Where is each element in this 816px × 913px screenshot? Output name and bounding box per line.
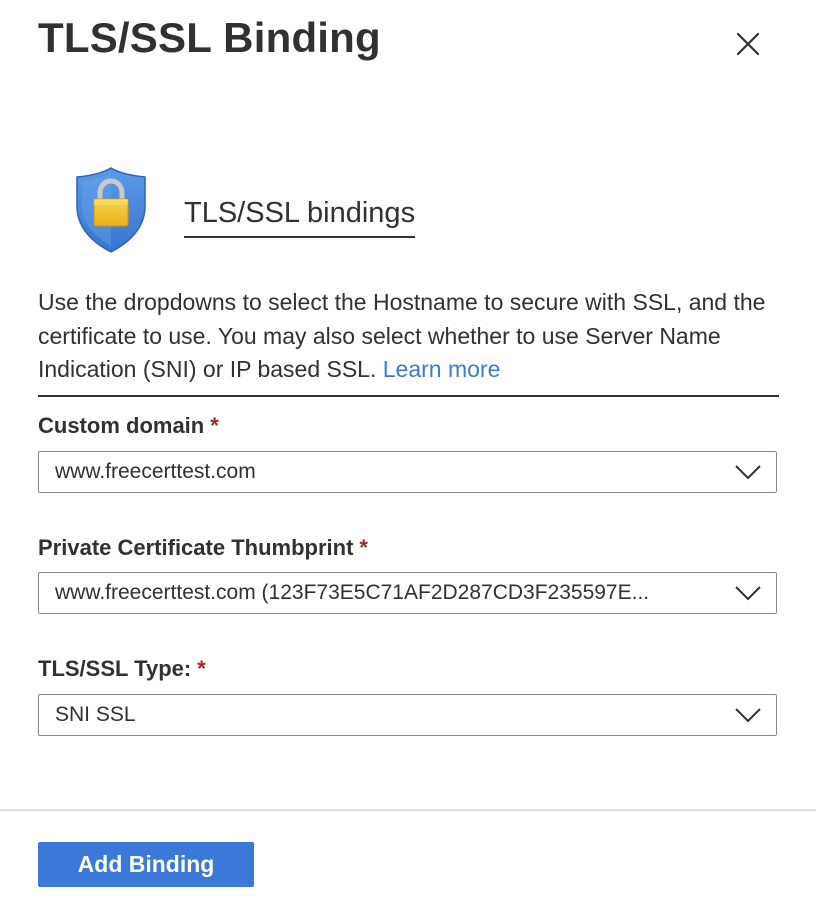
section-title: TLS/SSL bindings [184,197,416,238]
chevron-down-icon [735,465,761,480]
custom-domain-label: Custom domain * [38,413,219,439]
required-marker: * [359,535,368,560]
ssl-type-label-text: TLS/SSL Type: [38,656,192,681]
chevron-down-icon [735,708,761,723]
ssl-type-dropdown[interactable]: SNI SSL [38,694,777,736]
close-button[interactable] [728,26,768,66]
footer-divider [0,809,816,811]
panel-title: TLS/SSL Binding [38,14,381,61]
chevron-down-icon [735,586,761,601]
learn-more-link[interactable]: Learn more [383,356,501,382]
custom-domain-value: www.freecerttest.com [55,460,256,483]
section-description: Use the dropdowns to select the Hostname… [38,286,783,387]
ssl-type-value: SNI SSL [55,703,136,726]
add-binding-button[interactable]: Add Binding [38,842,254,887]
custom-domain-dropdown[interactable]: www.freecerttest.com [38,451,777,493]
shield-lock-icon [76,167,146,253]
custom-domain-label-text: Custom domain [38,413,205,438]
thumbprint-label: Private Certificate Thumbprint * [38,535,368,561]
thumbprint-value: www.freecerttest.com (123F73E5C71AF2D287… [55,581,650,604]
thumbprint-label-text: Private Certificate Thumbprint [38,535,354,560]
close-icon [736,32,760,56]
tls-ssl-binding-panel: TLS/SSL Binding TLS/SSL bindings Use the… [0,0,816,913]
section-divider [38,395,779,397]
ssl-type-label: TLS/SSL Type: * [38,656,206,682]
thumbprint-dropdown[interactable]: www.freecerttest.com (123F73E5C71AF2D287… [38,572,777,614]
required-marker: * [210,413,219,438]
required-marker: * [197,656,206,681]
